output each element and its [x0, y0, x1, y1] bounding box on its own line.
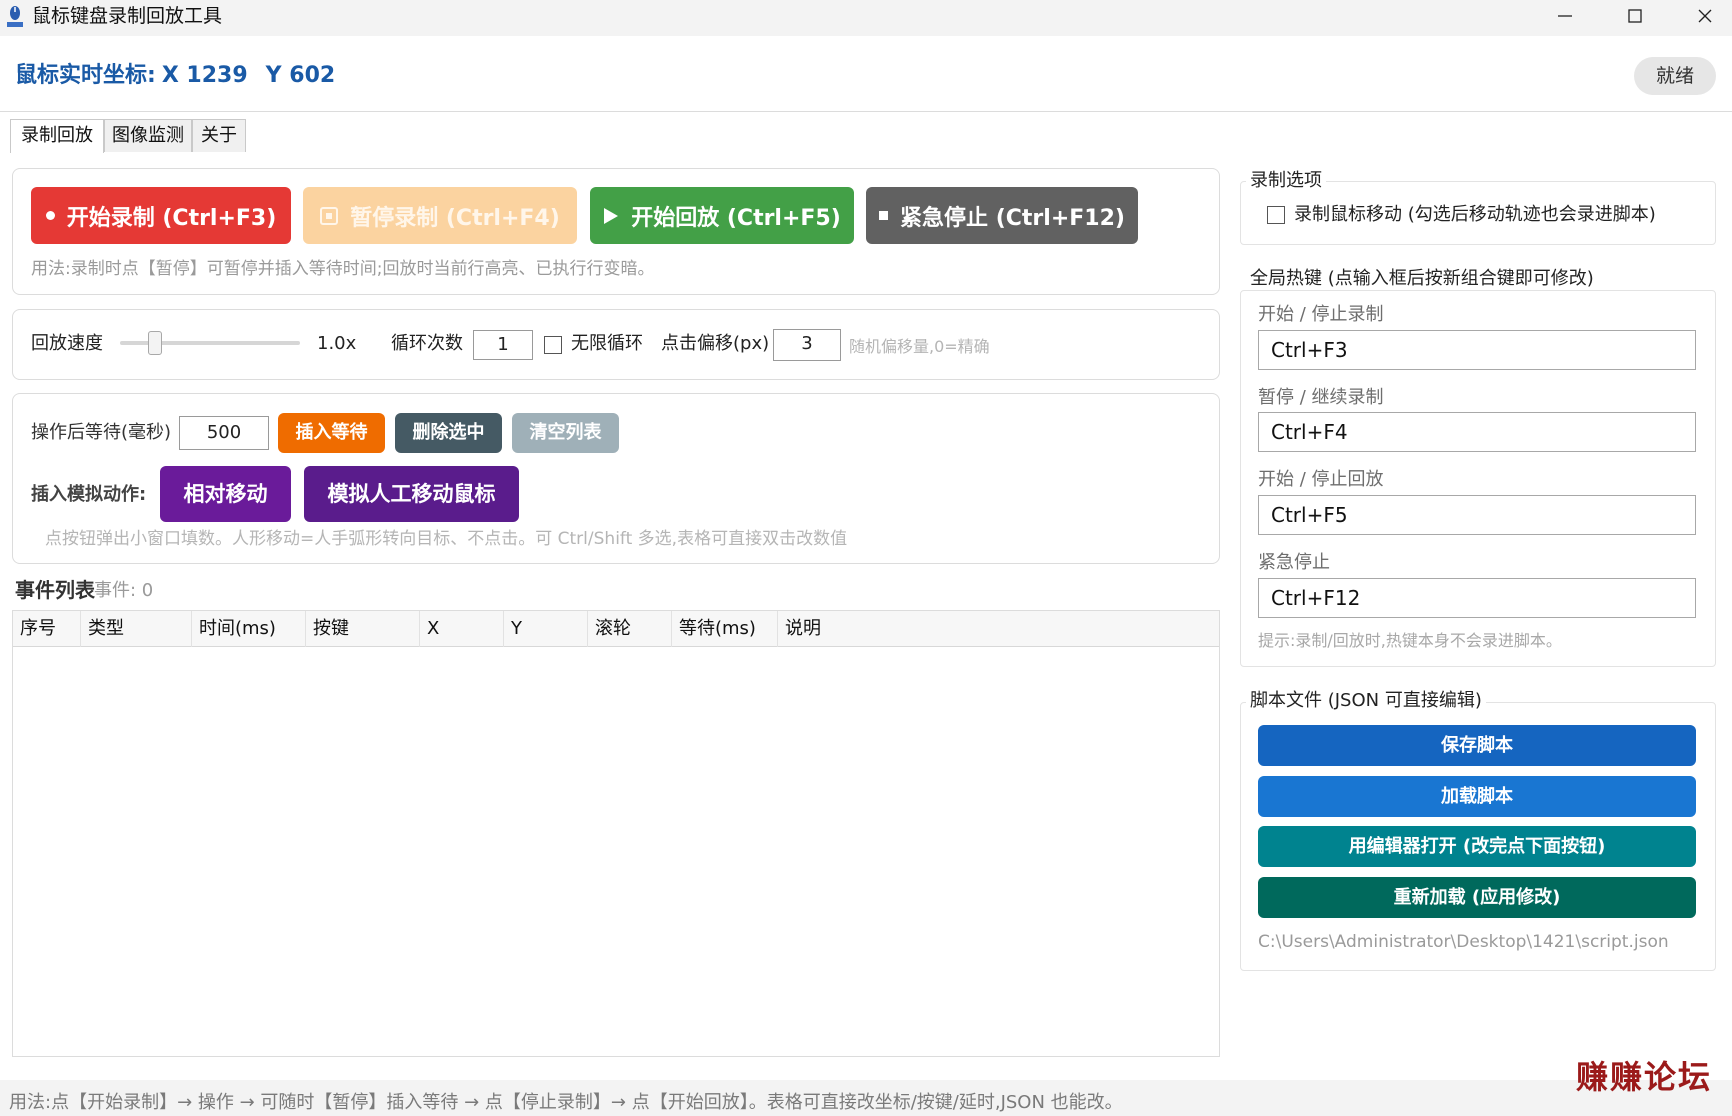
stop-square-icon: [879, 211, 889, 220]
minimize-icon: [1558, 15, 1572, 17]
load-script-button[interactable]: 加载脚本: [1258, 776, 1696, 817]
tab-record-playback[interactable]: 录制回放: [10, 119, 104, 153]
click-offset-input[interactable]: 3: [773, 329, 841, 361]
hotkey-playback-label: 开始 / 停止回放: [1258, 469, 1384, 490]
col-header-description[interactable]: 说明: [778, 611, 1219, 647]
close-button[interactable]: [1670, 0, 1732, 32]
clear-list-button[interactable]: 清空列表: [512, 413, 619, 453]
hotkey-playback-input[interactable]: Ctrl+F5: [1258, 495, 1696, 535]
col-header-x[interactable]: X: [420, 611, 504, 647]
col-header-key[interactable]: 按键: [306, 611, 420, 647]
infinite-loop-checkbox[interactable]: [544, 336, 562, 354]
coord-prefix: 鼠标实时坐标:: [15, 63, 156, 88]
tab-about[interactable]: 关于: [192, 119, 246, 152]
insert-hint: 点按钮弹出小窗口填数。人形移动=人手弧形转向目标、不点击。可 Ctrl/Shif…: [45, 529, 848, 549]
start-record-label: 开始录制 (Ctrl+F3): [66, 205, 277, 231]
record-options-title: 录制选项: [1246, 170, 1326, 192]
mouse-coordinate-readout: 鼠标实时坐标: X 1239 Y 602: [15, 58, 353, 94]
play-icon: [604, 207, 619, 224]
click-offset-label: 点击偏移(px): [661, 333, 770, 354]
hotkey-pause-input[interactable]: Ctrl+F4: [1258, 412, 1696, 452]
speed-value: 1.0x: [317, 333, 357, 354]
event-table[interactable]: 序号 类型 时间(ms) 按键 X Y 滚轮 等待(ms) 说明: [12, 610, 1220, 1057]
title-bar: [0, 0, 1732, 36]
save-script-button[interactable]: 保存脚本: [1258, 725, 1696, 766]
record-mouse-move-label: 录制鼠标移动 (勾选后移动轨迹也会录进脚本): [1294, 204, 1656, 225]
emergency-stop-button[interactable]: 紧急停止 (Ctrl+F12): [866, 187, 1138, 244]
speed-label: 回放速度: [31, 333, 103, 354]
delete-selected-button[interactable]: 删除选中: [395, 413, 502, 453]
status-badge: 就绪: [1634, 57, 1716, 95]
loop-count-label: 循环次数: [391, 333, 463, 354]
col-header-index[interactable]: 序号: [13, 611, 81, 647]
start-playback-button[interactable]: 开始回放 (Ctrl+F5): [590, 187, 854, 244]
window-title: 鼠标键盘录制回放工具: [32, 5, 223, 27]
col-header-type[interactable]: 类型: [81, 611, 192, 647]
script-file-title: 脚本文件 (JSON 可直接编辑): [1246, 690, 1486, 712]
col-header-wait[interactable]: 等待(ms): [672, 611, 778, 647]
relative-move-button[interactable]: 相对移动: [160, 466, 291, 522]
infinite-loop-label: 无限循环: [571, 333, 643, 354]
pause-record-label: 暂停录制 (Ctrl+F4): [350, 205, 560, 231]
hotkey-stop-input[interactable]: Ctrl+F12: [1258, 578, 1696, 618]
minimize-button[interactable]: [1530, 0, 1600, 32]
col-header-wheel[interactable]: 滚轮: [588, 611, 672, 647]
insert-wait-button[interactable]: 插入等待: [278, 413, 385, 453]
col-header-time[interactable]: 时间(ms): [192, 611, 306, 647]
record-dot-icon: [45, 211, 55, 220]
loop-count-input[interactable]: 1: [473, 330, 533, 360]
usage-hint: 用法:录制时点【暂停】可暂停并插入等待时间;回放时当前行高亮、已执行行变暗。: [31, 259, 655, 279]
close-icon: [1698, 9, 1712, 23]
coord-y: Y 602: [265, 63, 336, 88]
open-in-editor-button[interactable]: 用编辑器打开 (改完点下面按钮): [1258, 826, 1696, 867]
footer-usage-text: 用法:点【开始录制】→ 操作 → 可随时【暂停】插入等待 → 点【停止录制】→ …: [9, 1092, 1123, 1113]
start-playback-label: 开始回放 (Ctrl+F5): [631, 205, 841, 231]
hotkey-stop-label: 紧急停止: [1258, 552, 1330, 573]
offset-hint: 随机偏移量,0=精确: [849, 337, 990, 356]
header-divider: [0, 111, 1732, 112]
event-list-title: 事件列表: [15, 578, 95, 602]
speed-slider-thumb[interactable]: [148, 331, 162, 355]
table-header: 序号 类型 时间(ms) 按键 X Y 滚轮 等待(ms) 说明: [13, 611, 1219, 647]
emergency-stop-label: 紧急停止 (Ctrl+F12): [900, 205, 1125, 231]
record-mouse-move-checkbox[interactable]: [1267, 206, 1285, 224]
col-header-y[interactable]: Y: [504, 611, 588, 647]
wait-after-label: 操作后等待(毫秒): [31, 422, 172, 443]
event-count: 事件: 0: [94, 580, 154, 601]
hotkey-record-label: 开始 / 停止录制: [1258, 304, 1384, 325]
script-path: C:\Users\Administrator\Desktop\1421\scri…: [1258, 932, 1669, 952]
maximize-button[interactable]: [1600, 0, 1670, 32]
human-mouse-move-button[interactable]: 模拟人工移动鼠标: [304, 466, 519, 522]
maximize-icon: [1628, 9, 1642, 23]
hotkeys-hint: 提示:录制/回放时,热键本身不会录进脚本。: [1258, 631, 1562, 650]
coord-x: X 1239: [161, 63, 248, 88]
wait-ms-input[interactable]: 500: [179, 416, 269, 450]
reload-script-button[interactable]: 重新加载 (应用修改): [1258, 877, 1696, 918]
start-record-button[interactable]: 开始录制 (Ctrl+F3): [31, 187, 291, 244]
pause-icon: [320, 206, 339, 225]
app-mouse-icon: [6, 6, 24, 28]
pause-record-button[interactable]: 暂停录制 (Ctrl+F4): [303, 187, 577, 244]
hotkey-record-input[interactable]: Ctrl+F3: [1258, 330, 1696, 370]
watermark: 赚赚论坛: [1576, 1058, 1713, 1096]
speed-slider[interactable]: [120, 331, 300, 355]
tab-image-monitor[interactable]: 图像监测: [104, 119, 192, 152]
hotkeys-title: 全局热键 (点输入框后按新组合键即可修改): [1246, 268, 1598, 290]
hotkey-pause-label: 暂停 / 继续录制: [1258, 387, 1384, 408]
insert-sim-label: 插入模拟动作:: [31, 484, 147, 505]
